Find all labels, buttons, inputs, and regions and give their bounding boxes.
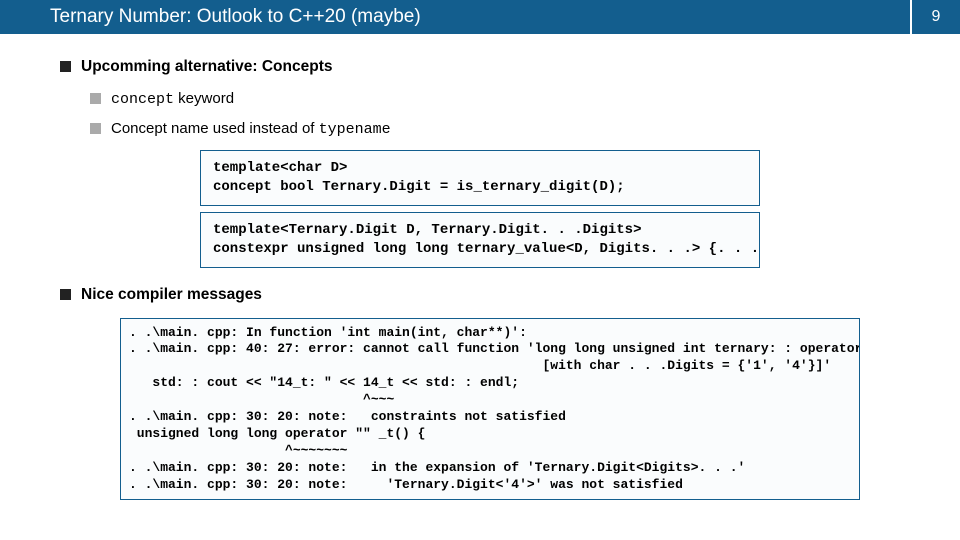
bullet-text: Nice compiler messages [81, 286, 262, 304]
bullet-text: Upcomming alternative: Concepts [81, 58, 333, 76]
bullet-compiler-messages: Nice compiler messages [60, 286, 900, 304]
bullet-square-icon [60, 61, 71, 72]
code-block-2: template<Ternary.Digit D, Ternary.Digit.… [200, 212, 760, 268]
bullet-hollow-square-icon [90, 123, 101, 134]
code-examples: template<char D> concept bool Ternary.Di… [200, 150, 760, 268]
code-keyword: typename [319, 121, 391, 138]
bullet-square-icon [60, 289, 71, 300]
slide-title: Ternary Number: Outlook to C++20 (maybe) [0, 0, 912, 34]
compiler-output-block: . .\main. cpp: In function 'int main(int… [120, 318, 860, 501]
code-keyword: concept [111, 91, 174, 108]
code-block-1: template<char D> concept bool Ternary.Di… [200, 150, 760, 206]
slide-header: Ternary Number: Outlook to C++20 (maybe)… [0, 0, 960, 34]
subbullet-text: Concept name used instead of typename [111, 120, 391, 138]
subbullet-concept-name: Concept name used instead of typename [90, 120, 900, 138]
slide-body: Upcomming alternative: Concepts concept … [0, 34, 960, 510]
subbullet-text: concept keyword [111, 90, 234, 108]
bullet-hollow-square-icon [90, 93, 101, 104]
subbullet-concept-keyword: concept keyword [90, 90, 900, 108]
page-number: 9 [912, 0, 960, 34]
bullet-concepts-heading: Upcomming alternative: Concepts [60, 58, 900, 76]
